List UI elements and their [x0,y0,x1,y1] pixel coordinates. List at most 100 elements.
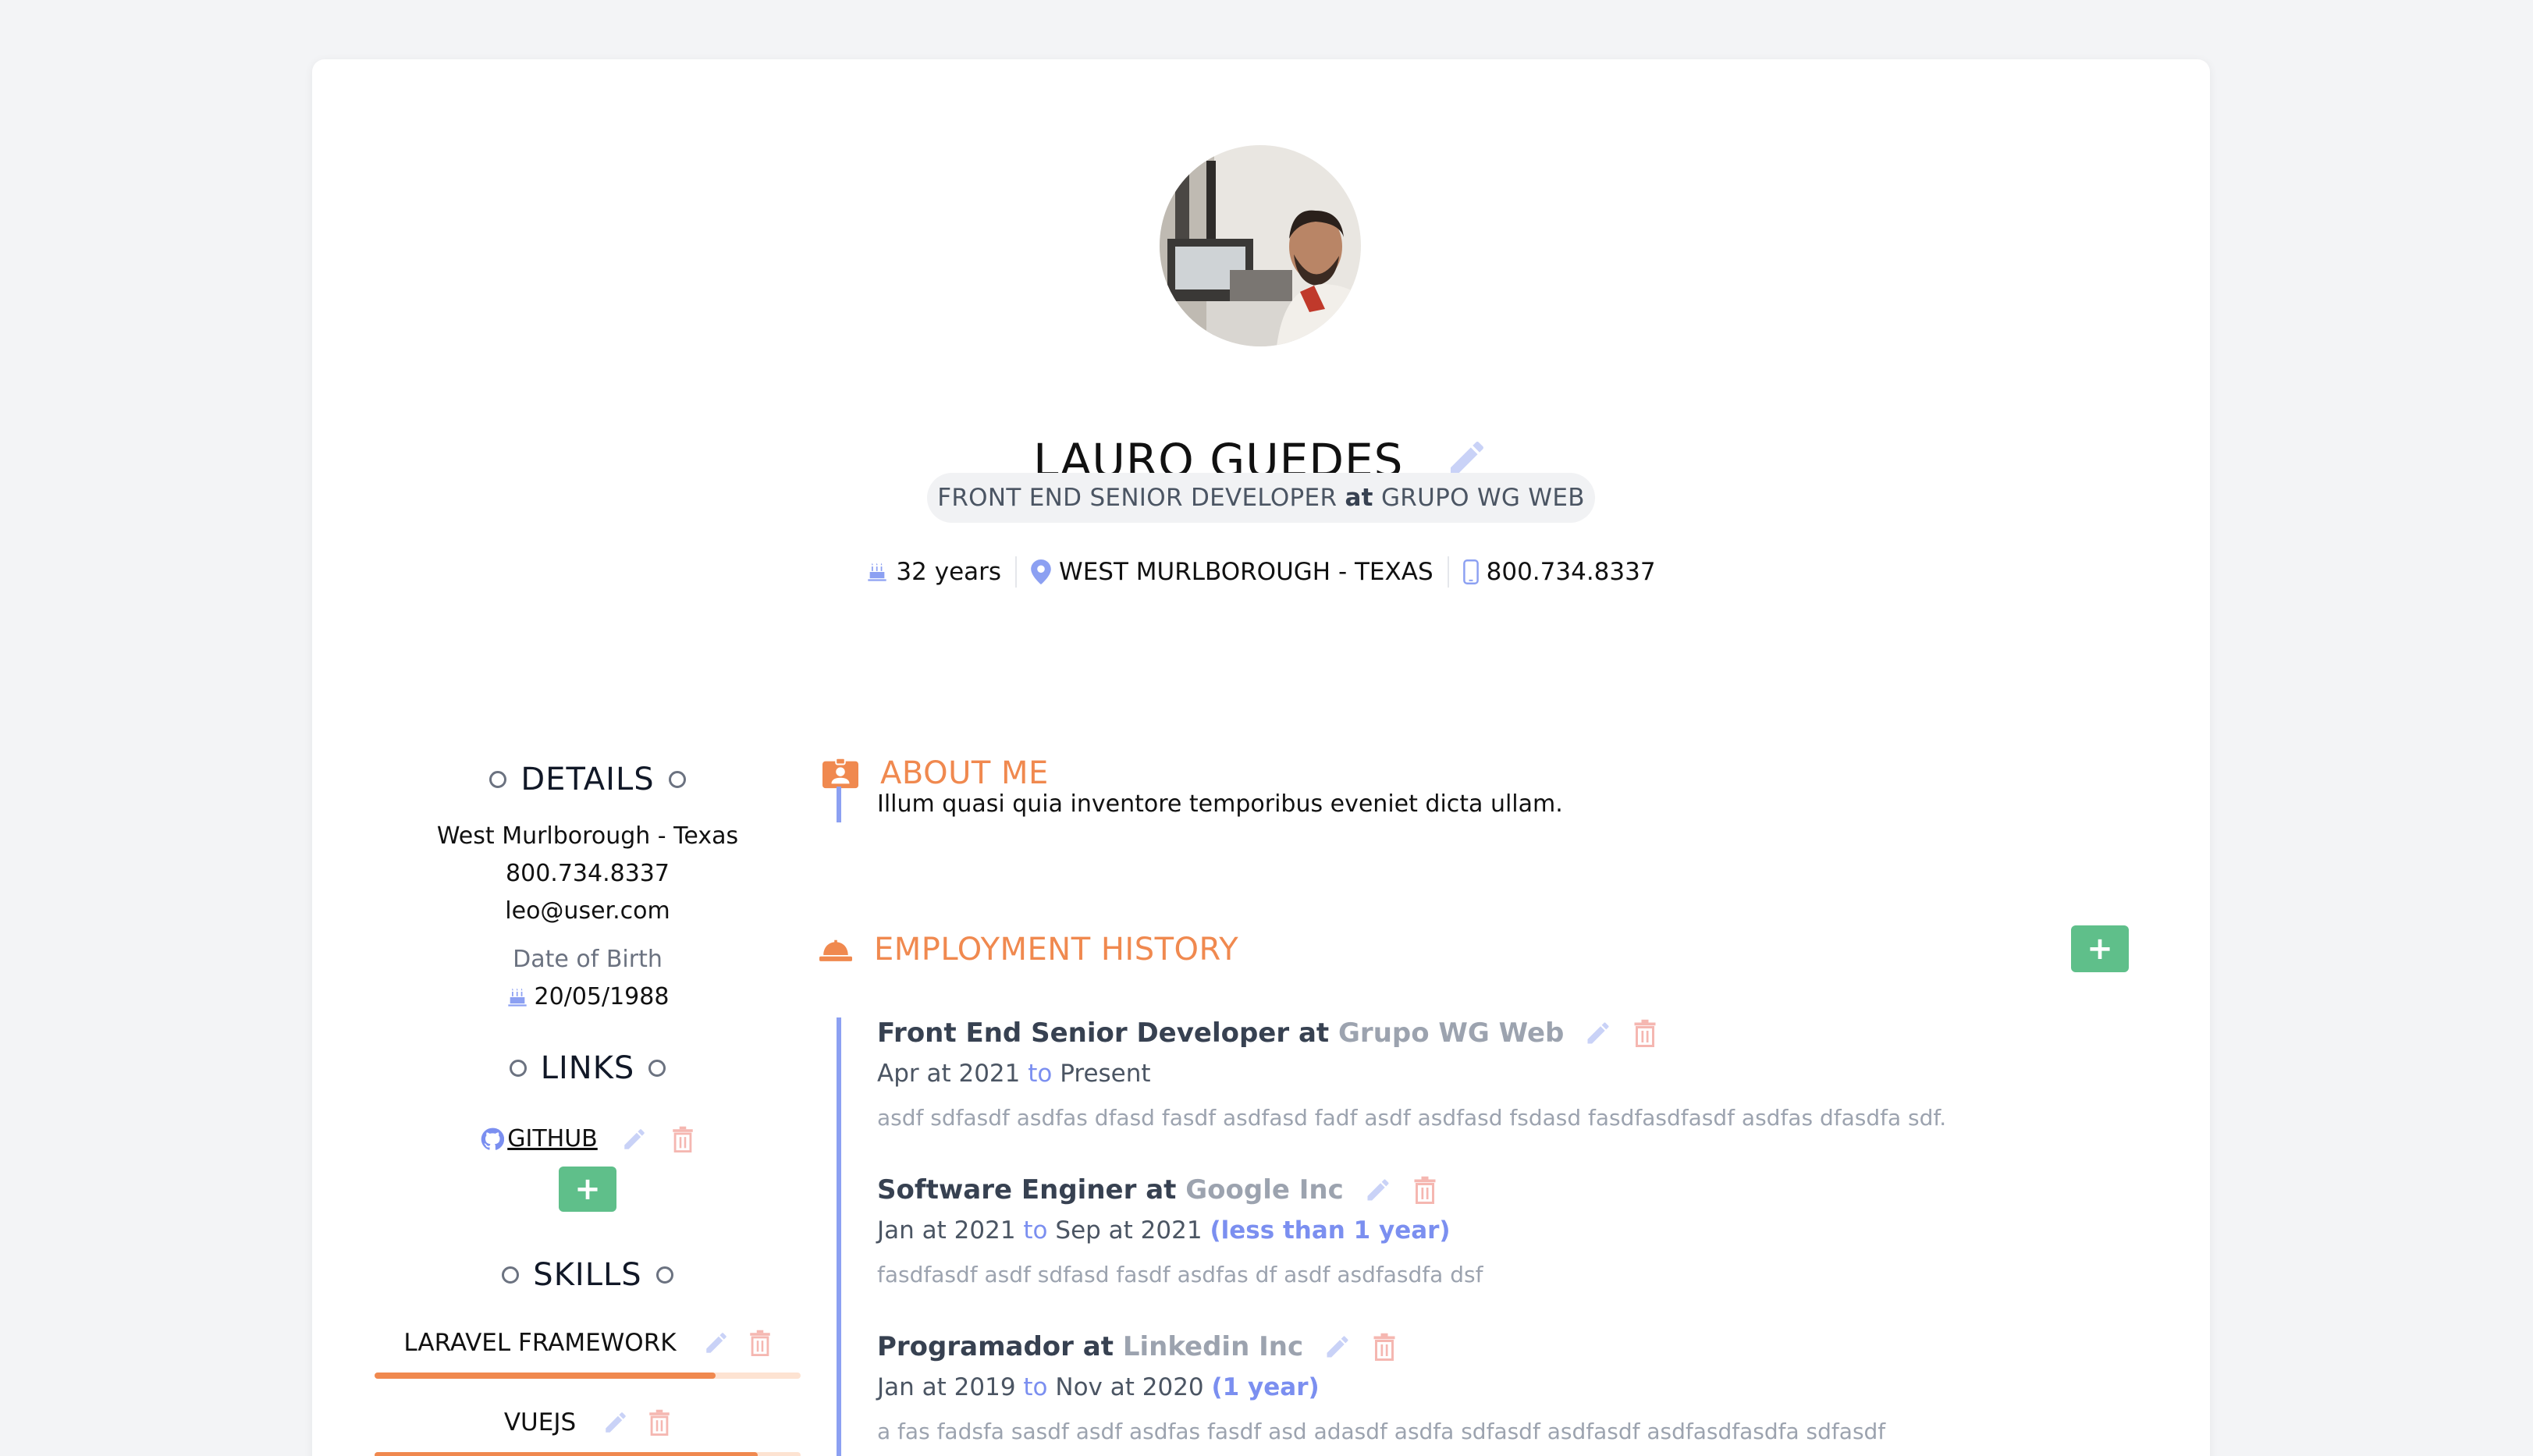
details-heading: DETAILS [520,762,655,797]
job-role: Software Enginer at [877,1174,1177,1206]
job-title: FRONT END SENIOR DEVELOPER [937,484,1338,512]
job-item: Front End Senior Developer at Grupo WG W… [877,1017,2085,1131]
dob-value: 20/05/1988 [534,983,670,1010]
edit-job-pencil-icon[interactable] [1584,1019,1612,1047]
ring-icon [509,1060,527,1077]
job-description: asdf sdfasdf asdfas dfasd fasdf asdfasd … [877,1105,1947,1131]
job-company: GRUPO WG WEB [1380,484,1585,512]
job-role: Programador at [877,1331,1114,1362]
employment-heading: EMPLOYMENT HISTORY [874,932,1239,968]
id-badge-icon [822,758,858,789]
job-role-group: Front End Senior Developer at Grupo WG W… [877,1017,1564,1049]
to-word: to [1028,1060,1053,1088]
skill-progress-bar [375,1452,801,1456]
job-title-row: Software Enginer at Google Inc [877,1174,2085,1206]
cake-icon [868,563,887,581]
mobile-phone-icon [1462,559,1479,584]
job-duration: (1 year) [1211,1373,1320,1401]
job-start: Jan at 2019 [877,1373,1016,1401]
ring-icon [489,771,507,788]
about-text: Illum quasi quia inventore temporibus ev… [837,787,1563,822]
job-end: Sep at 2021 [1055,1216,1203,1245]
job-end: Nov at 2020 [1055,1373,1204,1401]
to-word: to [1023,1216,1048,1245]
employment-heading-row: EMPLOYMENT HISTORY + [819,925,2146,972]
job-start: Apr at 2021 [877,1060,1021,1088]
job-company: Linkedin Inc [1122,1331,1304,1362]
location-item: WEST MURLBOROUGH - TEXAS [1017,558,1448,586]
skill-label: LARAVEL FRAMEWORK [403,1329,677,1357]
skills-heading-row: SKILLS [375,1257,801,1293]
skill-item: VUEJS [375,1408,801,1456]
skill-progress-fill [375,1452,758,1456]
avatar [1160,145,1361,346]
left-column: DETAILS West Murlborough - Texas 800.734… [375,684,801,1456]
skill-progress-fill [375,1373,716,1379]
cake-icon [507,988,527,1007]
delete-link-trash-icon[interactable] [671,1126,695,1152]
location-text: WEST MURLBOROUGH - TEXAS [1059,558,1433,586]
phone-item: 800.734.8337 [1449,558,1670,586]
delete-job-trash-icon[interactable] [1632,1019,1657,1047]
details-block: West Murlborough - Texas 800.734.8337 le… [375,818,801,1016]
edit-job-pencil-icon[interactable] [1364,1176,1392,1204]
skills-heading: SKILLS [533,1257,642,1293]
delete-job-trash-icon[interactable] [1372,1333,1397,1361]
edit-skill-pencil-icon[interactable] [703,1330,730,1356]
details-heading-row: DETAILS [375,762,801,797]
profile-card: LAURO GUEDES FRONT END SENIOR DEVELOPER … [312,59,2210,1456]
edit-link-pencil-icon[interactable] [621,1126,648,1152]
hard-hat-icon [819,939,852,961]
delete-job-trash-icon[interactable] [1412,1176,1437,1204]
add-employment-button[interactable]: + [2071,925,2129,972]
employment-heading-group: EMPLOYMENT HISTORY [819,932,2146,968]
github-icon [481,1128,505,1150]
job-title-row: Programador at Linkedin Inc [877,1331,2085,1362]
job-dates: Apr at 2021 to Present [877,1060,2085,1088]
github-link[interactable]: GITHUB [481,1125,598,1152]
job-title-pill: FRONT END SENIOR DEVELOPER at GRUPO WG W… [927,473,1595,523]
employment-list: Front End Senior Developer at Grupo WG W… [837,1017,2085,1456]
job-dates: Jan at 2021 to Sep at 2021 (less than 1 … [877,1216,2085,1245]
job-dates: Jan at 2019 to Nov at 2020 (1 year) [877,1373,2085,1401]
age-text: 32 years [896,558,1002,586]
add-link-button[interactable]: + [559,1167,616,1212]
job-company: Grupo WG Web [1338,1017,1565,1049]
job-description: fasdfasdf asdf sdfasd fasdf asdfas df as… [877,1262,1483,1287]
details-email: leo@user.com [505,897,670,925]
links-heading-row: LINKS [375,1050,801,1086]
job-end: Present [1060,1060,1151,1088]
job-role: Front End Senior Developer at [877,1017,1330,1049]
dob-row: 20/05/1988 [375,978,801,1016]
details-location: West Murlborough - Texas [436,822,739,850]
skill-progress-bar [375,1373,801,1379]
details-phone: 800.734.8337 [506,860,670,887]
github-link-label: GITHUB [507,1125,598,1152]
ring-icon [668,771,686,788]
delete-skill-trash-icon[interactable] [748,1330,772,1356]
to-word: to [1023,1373,1048,1401]
job-item: Programador at Linkedin Inc Jan at 2019 … [877,1331,2085,1444]
ring-icon [648,1060,666,1077]
skill-label-row: VUEJS [375,1408,801,1436]
job-duration: (less than 1 year) [1210,1216,1451,1245]
edit-skill-pencil-icon[interactable] [602,1409,629,1436]
job-title-row: Front End Senior Developer at Grupo WG W… [877,1017,2085,1049]
link-item: GITHUB [375,1125,801,1152]
skill-label-row: LARAVEL FRAMEWORK [375,1329,801,1357]
edit-job-pencil-icon[interactable] [1323,1333,1352,1361]
age-item: 32 years [852,558,1015,586]
phone-text: 800.734.8337 [1486,558,1656,586]
links-heading: LINKS [540,1050,635,1086]
profile-meta: 32 years WEST MURLBOROUGH - TEXAS 800.73… [312,552,2210,591]
job-role-group: Software Enginer at Google Inc [877,1174,1344,1206]
job-role-group: Programador at Linkedin Inc [877,1331,1303,1362]
delete-skill-trash-icon[interactable] [648,1409,671,1436]
at-word: at [1345,484,1373,512]
skill-label: VUEJS [503,1408,577,1436]
ring-icon [502,1266,520,1284]
job-description: a fas fadsfa sasdf asdf asdfas fasdf asd… [877,1419,1886,1444]
ring-icon [655,1266,673,1284]
map-pin-icon [1031,559,1051,584]
skill-item: LARAVEL FRAMEWORK [375,1329,801,1379]
